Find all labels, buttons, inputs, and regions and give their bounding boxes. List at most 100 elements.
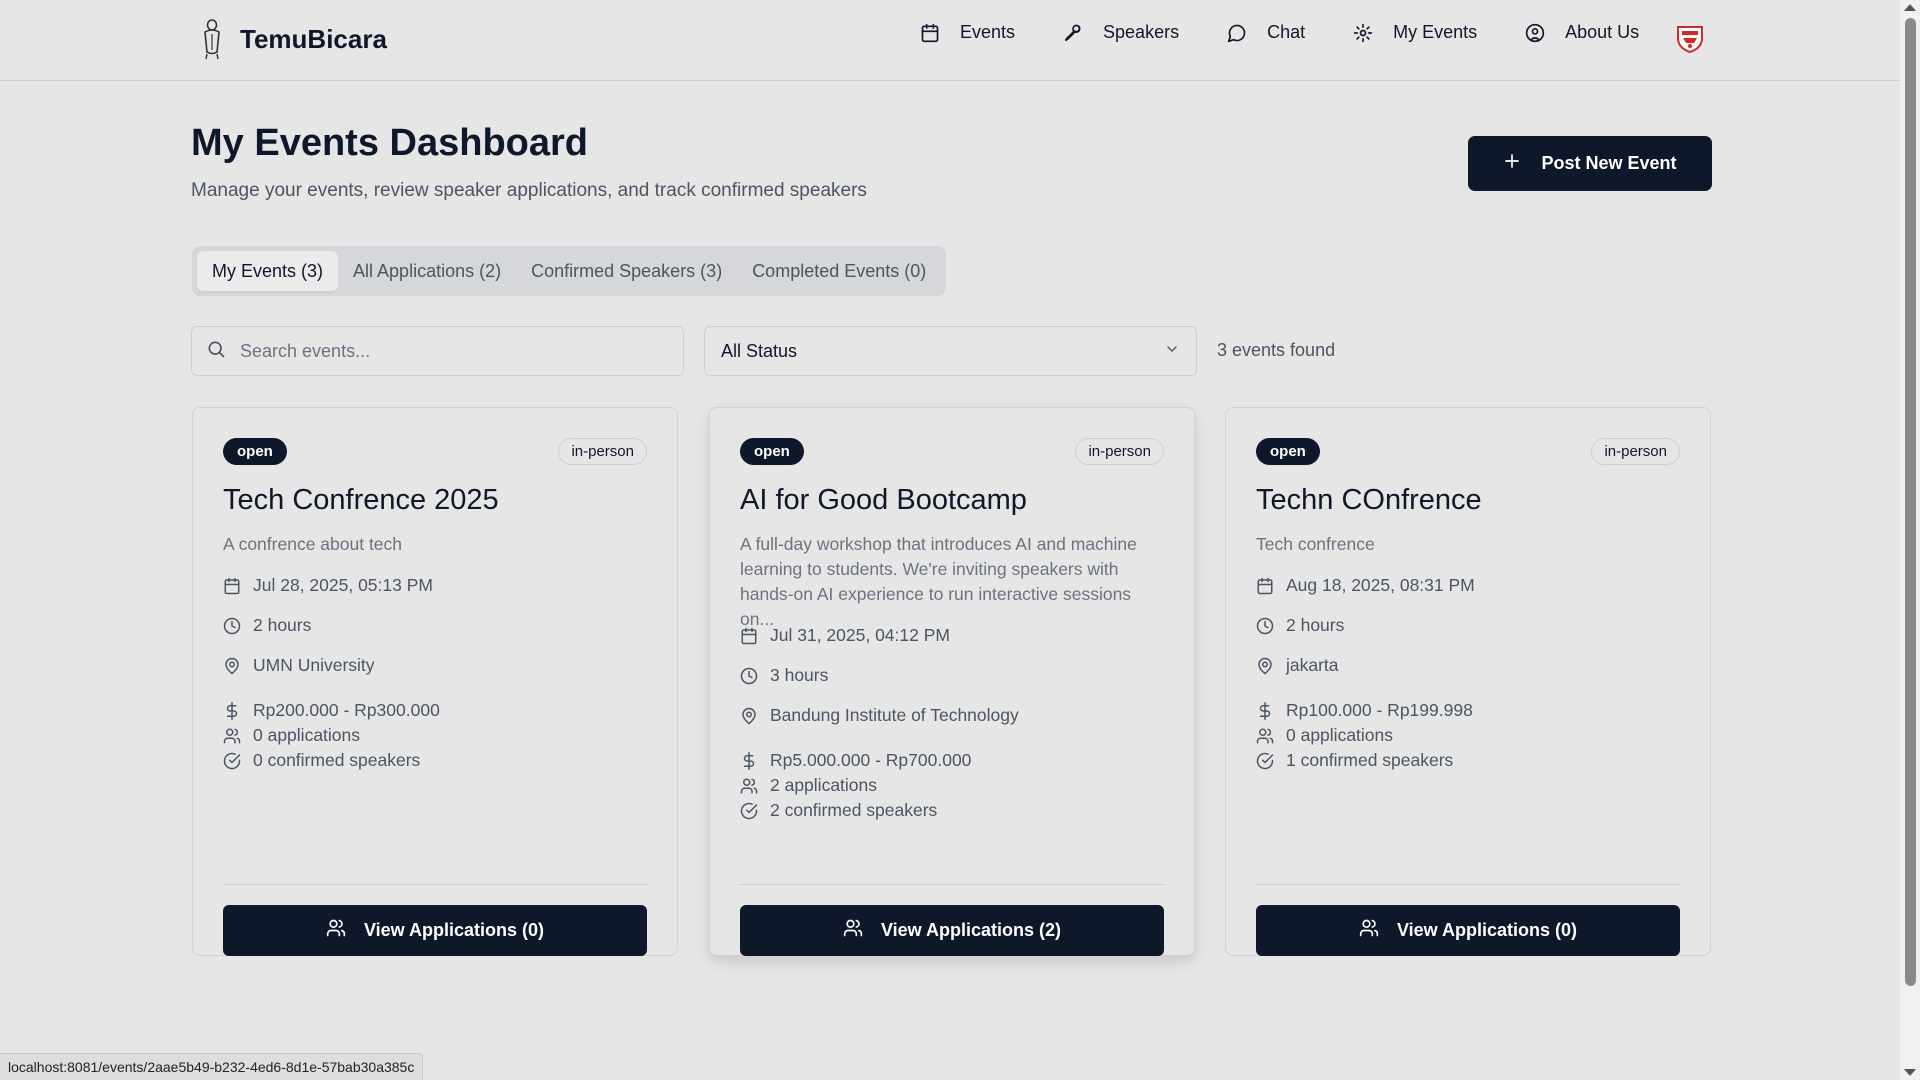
- event-duration-row: 2 hours: [1256, 615, 1344, 636]
- scroll-down-arrow-icon[interactable]: [1904, 1069, 1916, 1076]
- users-icon: [740, 777, 758, 795]
- dollar-icon: [1256, 701, 1274, 720]
- event-title: AI for Good Bootcamp: [740, 484, 1027, 516]
- nav-item-my-events[interactable]: My Events: [1353, 22, 1477, 43]
- event-confirmed: 1 confirmed speakers: [1286, 750, 1454, 770]
- event-location-row: UMN University: [223, 655, 375, 676]
- post-new-event-button[interactable]: Post New Event: [1468, 136, 1712, 191]
- event-type-badge: in-person: [1591, 438, 1680, 465]
- event-confirmed-row: 2 confirmed speakers: [740, 800, 937, 821]
- tab-completed-events[interactable]: Completed Events (0): [737, 251, 941, 291]
- event-fee-row: Rp100.000 - Rp199.998: [1256, 700, 1473, 721]
- status-badge: open: [1256, 438, 1320, 465]
- event-confirmed-row: 1 confirmed speakers: [1256, 750, 1453, 771]
- tab-my-events[interactable]: My Events (3): [197, 251, 339, 291]
- page-title: My Events Dashboard: [191, 122, 588, 164]
- status-filter-select[interactable]: All Status: [704, 326, 1197, 376]
- event-date-row: Jul 31, 2025, 04:12 PM: [740, 625, 950, 646]
- status-badge: open: [740, 438, 804, 465]
- event-date: Jul 31, 2025, 04:12 PM: [770, 625, 950, 645]
- nav-item-events[interactable]: Events: [920, 22, 1015, 43]
- event-location-row: jakarta: [1256, 655, 1339, 676]
- event-date-row: Jul 28, 2025, 05:13 PM: [223, 575, 433, 596]
- search-box: [191, 326, 684, 376]
- event-applications-row: 0 applications: [223, 725, 360, 746]
- event-applications: 0 applications: [253, 725, 361, 745]
- event-card[interactable]: open in-person Techn COnfrence Tech conf…: [1225, 407, 1711, 956]
- post-new-event-label: Post New Event: [1541, 153, 1677, 173]
- nav-item-label: Speakers: [1103, 22, 1180, 42]
- event-type-badge: in-person: [1075, 438, 1164, 465]
- event-location: UMN University: [253, 655, 375, 675]
- event-fee: Rp100.000 - Rp199.998: [1286, 700, 1473, 720]
- event-title: Techn COnfrence: [1256, 484, 1482, 516]
- event-applications-row: 2 applications: [740, 775, 877, 796]
- logo-icon: [200, 18, 224, 60]
- event-applications: 0 applications: [1286, 725, 1394, 745]
- tab-all-applications[interactable]: All Applications (2): [338, 251, 516, 291]
- event-date: Jul 28, 2025, 05:13 PM: [253, 575, 433, 595]
- nav-links: Events Speakers Chat My Events About Us: [920, 22, 1639, 43]
- card-divider: [740, 884, 1164, 885]
- event-confirmed: 0 confirmed speakers: [253, 750, 421, 770]
- users-icon: [223, 727, 241, 745]
- event-duration: 3 hours: [770, 665, 829, 685]
- event-applications-row: 0 applications: [1256, 725, 1393, 746]
- map-pin-icon: [740, 707, 758, 725]
- users-icon: [1359, 918, 1379, 943]
- event-duration-row: 3 hours: [740, 665, 828, 686]
- page-subtitle: Manage your events, review speaker appli…: [191, 180, 867, 201]
- search-input[interactable]: [240, 340, 660, 362]
- event-fee-row: Rp5.000.000 - Rp700.000: [740, 750, 971, 771]
- brand[interactable]: TemuBicara: [200, 18, 387, 60]
- event-confirmed: 2 confirmed speakers: [770, 800, 938, 820]
- users-icon: [843, 918, 863, 943]
- dollar-icon: [740, 751, 758, 770]
- clock-icon: [223, 617, 241, 635]
- event-applications: 2 applications: [770, 775, 878, 795]
- event-fee: Rp200.000 - Rp300.000: [253, 700, 440, 720]
- vertical-scrollbar[interactable]: [1900, 0, 1920, 1080]
- nav-item-speakers[interactable]: Speakers: [1063, 22, 1179, 43]
- event-date-row: Aug 18, 2025, 08:31 PM: [1256, 575, 1475, 596]
- event-duration: 2 hours: [253, 615, 312, 635]
- status-filter-value: All Status: [721, 340, 798, 361]
- scroll-up-arrow-icon[interactable]: [1904, 4, 1916, 11]
- dashboard-tabs: My Events (3) All Applications (2) Confi…: [192, 246, 947, 296]
- view-applications-label: View Applications (0): [1396, 920, 1578, 940]
- events-count: 3 events found: [1217, 340, 1336, 360]
- user-circle-icon: [1525, 23, 1545, 43]
- event-fee: Rp5.000.000 - Rp700.000: [770, 750, 972, 770]
- view-applications-button[interactable]: View Applications (0): [223, 905, 647, 956]
- tab-confirmed-speakers[interactable]: Confirmed Speakers (3): [516, 251, 737, 291]
- event-description: A confrence about tech: [223, 534, 403, 554]
- nav-item-label: Chat: [1267, 22, 1306, 42]
- check-circle-icon: [223, 752, 241, 770]
- event-description: A full-day workshop that introduces AI a…: [740, 534, 1137, 629]
- view-applications-button[interactable]: View Applications (0): [1256, 905, 1680, 956]
- users-icon: [1256, 727, 1274, 745]
- nav-item-label: About Us: [1565, 22, 1640, 42]
- nav-item-label: Events: [960, 22, 1016, 42]
- search-icon: [206, 339, 226, 364]
- nav-item-about-us[interactable]: About Us: [1525, 22, 1639, 43]
- event-title: Tech Confrence 2025: [223, 484, 499, 516]
- scrollbar-thumb[interactable]: [1905, 18, 1916, 986]
- status-bar-url: localhost:8081/events/2aae5b49-b232-4ed6…: [0, 1053, 424, 1080]
- event-duration: 2 hours: [1286, 615, 1345, 635]
- top-navbar: TemuBicara Events Speakers Chat My Event…: [0, 0, 1900, 81]
- event-card[interactable]: open in-person Tech Confrence 2025 A con…: [192, 407, 678, 956]
- calendar-icon: [223, 577, 241, 595]
- event-card[interactable]: open in-person AI for Good Bootcamp A fu…: [709, 407, 1195, 956]
- brand-name: TemuBicara: [240, 23, 387, 54]
- event-duration-row: 2 hours: [223, 615, 311, 636]
- chat-icon: [1227, 23, 1247, 43]
- avatar[interactable]: [1676, 24, 1704, 59]
- event-fee-row: Rp200.000 - Rp300.000: [223, 700, 440, 721]
- status-badge: open: [223, 438, 287, 465]
- view-applications-label: View Applications (0): [363, 920, 545, 940]
- gear-icon: [1353, 23, 1373, 43]
- view-applications-button[interactable]: View Applications (2): [740, 905, 1164, 956]
- nav-item-chat[interactable]: Chat: [1227, 22, 1305, 43]
- chevron-down-icon: [1164, 341, 1180, 362]
